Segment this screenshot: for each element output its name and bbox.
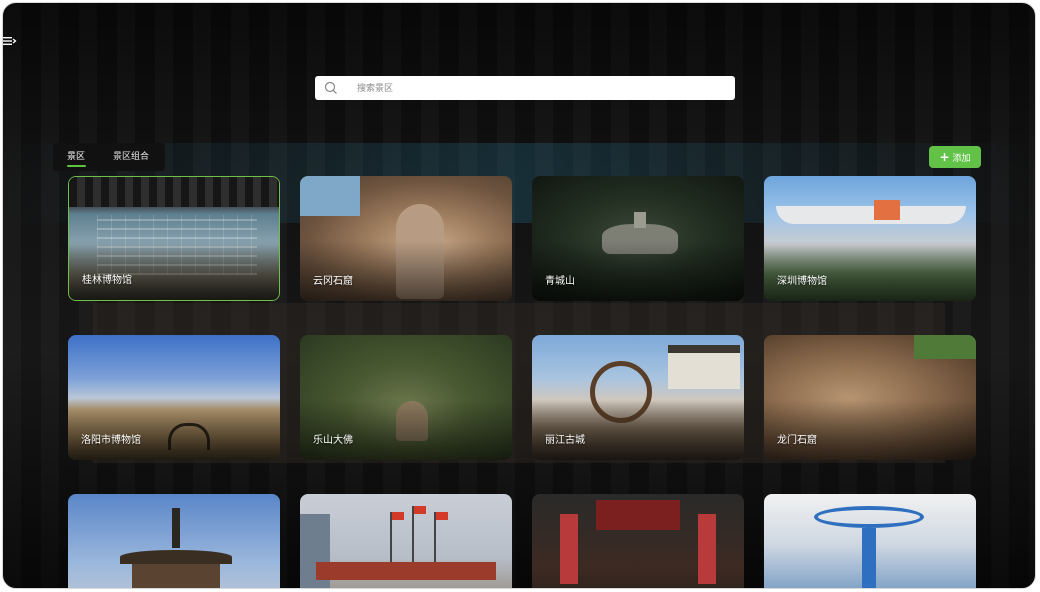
scenic-card-title: 桂林博物馆 xyxy=(82,275,132,286)
plus-icon: + xyxy=(939,150,950,164)
scenic-card[interactable]: 乐山大佛 xyxy=(300,335,512,460)
add-button-label: 添加 xyxy=(952,153,971,164)
scenic-card-title: 龙门石窟 xyxy=(777,435,817,446)
tab-scenic-combo[interactable]: 景区组合 xyxy=(113,149,149,162)
scenic-card-title: 乐山大佛 xyxy=(313,435,353,446)
scenic-card-title: 深圳博物馆 xyxy=(777,276,827,287)
scenic-card[interactable] xyxy=(68,494,280,588)
scenic-card[interactable]: 青城山 xyxy=(532,176,744,301)
tab-bar: 景区 景区组合 xyxy=(53,143,165,171)
add-button[interactable]: + 添加 xyxy=(929,146,981,168)
scenic-card-title: 洛阳市博物馆 xyxy=(81,435,141,446)
scenic-card[interactable]: 桂林博物馆 xyxy=(68,176,280,301)
active-tab-indicator xyxy=(67,165,86,167)
search-box[interactable] xyxy=(315,76,735,100)
scenic-card-title: 丽江古城 xyxy=(545,435,585,446)
app-background: 景区 景区组合 + 添加 桂林博物馆 云冈石窟 青城山 xyxy=(2,2,1036,589)
scenic-card-title: 青城山 xyxy=(545,276,575,287)
scenic-card[interactable] xyxy=(764,494,976,588)
scenic-card[interactable] xyxy=(300,494,512,588)
menu-icon[interactable] xyxy=(3,34,17,48)
scenic-card[interactable]: 洛阳市博物馆 xyxy=(68,335,280,460)
scenic-card[interactable]: 丽江古城 xyxy=(532,335,744,460)
scenic-card[interactable]: 深圳博物馆 xyxy=(764,176,976,301)
tab-scenic-spot[interactable]: 景区 xyxy=(67,149,85,162)
scenic-card[interactable] xyxy=(532,494,744,588)
scenic-card[interactable]: 龙门石窟 xyxy=(764,335,976,460)
scenic-card[interactable]: 云冈石窟 xyxy=(300,176,512,301)
search-icon xyxy=(324,81,337,94)
search-input[interactable] xyxy=(355,79,719,99)
scenic-card-title: 云冈石窟 xyxy=(313,276,353,287)
